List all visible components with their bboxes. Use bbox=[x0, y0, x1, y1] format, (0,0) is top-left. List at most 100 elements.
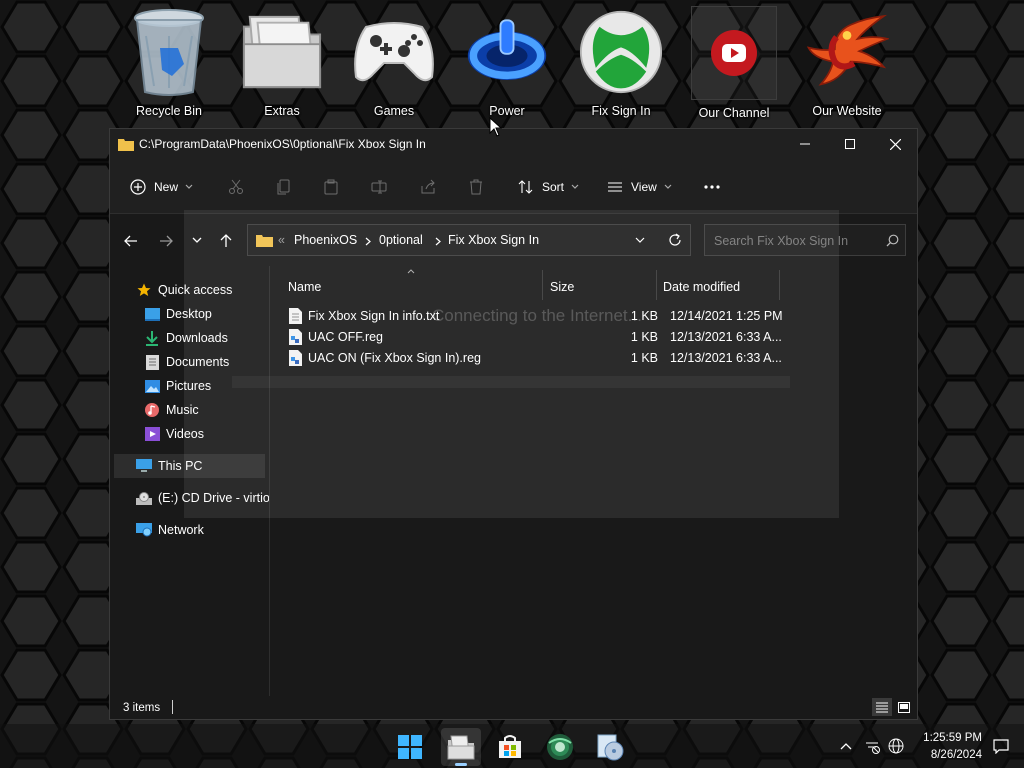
close-button[interactable] bbox=[872, 129, 918, 159]
title-bar[interactable]: C:\ProgramData\PhoenixOS\0ptional\Fix Xb… bbox=[110, 129, 917, 161]
sort-button[interactable]: Sort bbox=[518, 174, 579, 200]
taskbar-store[interactable] bbox=[490, 728, 530, 766]
column-header-name[interactable]: Name bbox=[288, 274, 538, 300]
address-row: « PhoenixOS 0ptional Fix Xbox Sign In Se… bbox=[110, 214, 917, 266]
recent-locations-button[interactable] bbox=[186, 230, 208, 252]
view-button[interactable]: View bbox=[607, 174, 672, 200]
close-icon bbox=[889, 138, 901, 150]
item-count: 3 items bbox=[123, 702, 161, 714]
tray-network-status[interactable] bbox=[862, 736, 882, 756]
minimize-button[interactable] bbox=[782, 129, 828, 159]
taskbar-disc-tool[interactable] bbox=[590, 728, 630, 766]
up-button[interactable] bbox=[215, 230, 237, 252]
cut-button[interactable] bbox=[228, 174, 244, 200]
table-row[interactable]: Fix Xbox Sign In info.txt 1 KB 12/14/202… bbox=[282, 306, 882, 327]
chevron-right-icon bbox=[365, 237, 371, 246]
refresh-icon[interactable] bbox=[668, 233, 682, 247]
notifications-button[interactable] bbox=[991, 736, 1011, 756]
more-options-button[interactable] bbox=[703, 174, 721, 200]
desktop-icon-label: Extras bbox=[264, 104, 300, 118]
tray-globe[interactable] bbox=[886, 736, 906, 756]
desktop-icon-label: Our Channel bbox=[698, 106, 770, 120]
nav-documents[interactable]: Documents bbox=[144, 350, 269, 374]
recycle-bin-icon bbox=[127, 6, 211, 98]
taskbar-file-explorer[interactable] bbox=[441, 728, 481, 766]
details-view-button[interactable] bbox=[872, 698, 892, 716]
new-button[interactable]: New bbox=[130, 174, 193, 200]
video-icon bbox=[144, 426, 160, 442]
back-button[interactable] bbox=[120, 230, 142, 252]
tiles-view-icon bbox=[898, 701, 910, 713]
details-view-icon bbox=[876, 702, 888, 712]
minimize-icon bbox=[800, 143, 810, 145]
desktop-icon-fix-sign-in[interactable]: Fix Sign In bbox=[568, 6, 674, 126]
network-status-icon bbox=[866, 742, 880, 754]
show-hidden-icons-button[interactable] bbox=[836, 736, 856, 756]
desktop-icon-power[interactable]: Power bbox=[454, 6, 560, 126]
breadcrumb-segment[interactable]: PhoenixOS bbox=[294, 233, 357, 247]
nav-pictures[interactable]: Pictures bbox=[144, 374, 269, 398]
maximize-button[interactable] bbox=[827, 129, 873, 159]
active-indicator bbox=[455, 763, 467, 766]
rename-button[interactable] bbox=[371, 174, 387, 200]
forward-button[interactable] bbox=[155, 230, 177, 252]
search-box[interactable]: Search Fix Xbox Sign In bbox=[704, 224, 906, 256]
nav-downloads[interactable]: Downloads bbox=[144, 326, 269, 350]
tiles-view-button[interactable] bbox=[894, 698, 914, 716]
nav-label: Quick access bbox=[158, 283, 233, 297]
desktop-icon-recycle-bin[interactable]: Recycle Bin bbox=[116, 6, 222, 126]
paste-button[interactable] bbox=[323, 174, 339, 200]
nav-music[interactable]: Music bbox=[144, 398, 199, 422]
nav-network[interactable]: Network bbox=[136, 518, 204, 542]
desktop-icon-extras[interactable]: Extras bbox=[229, 6, 335, 126]
delete-button[interactable] bbox=[468, 174, 484, 200]
breadcrumb-segment[interactable]: 0ptional bbox=[379, 233, 423, 247]
nav-videos[interactable]: Videos bbox=[144, 422, 204, 446]
chevron-down-icon[interactable] bbox=[635, 237, 645, 245]
window-title: C:\ProgramData\PhoenixOS\0ptional\Fix Xb… bbox=[139, 137, 426, 151]
taskbar-browser[interactable] bbox=[540, 728, 580, 766]
view-button-label: View bbox=[631, 180, 657, 194]
start-button[interactable] bbox=[390, 728, 430, 766]
status-bar: 3 items bbox=[110, 697, 917, 719]
address-bar[interactable]: « PhoenixOS 0ptional Fix Xbox Sign In bbox=[247, 224, 691, 256]
command-bar: New Sort View bbox=[110, 161, 917, 214]
desktop-icon-games[interactable]: Games bbox=[341, 6, 447, 126]
folder-icon bbox=[118, 137, 134, 154]
nav-desktop[interactable]: Desktop bbox=[144, 302, 269, 326]
taskbar-clock[interactable]: 1:25:59 PM 8/26/2024 bbox=[906, 730, 982, 764]
nav-label: Videos bbox=[166, 427, 204, 441]
nav-label: This PC bbox=[158, 459, 203, 473]
column-header-date[interactable]: Date modified bbox=[663, 274, 773, 300]
notification-icon bbox=[993, 739, 1009, 754]
nav-cd-drive[interactable]: (E:) CD Drive - virtio bbox=[136, 486, 270, 510]
share-icon bbox=[421, 179, 435, 194]
nav-quick-access[interactable]: Quick access bbox=[136, 278, 232, 302]
chevron-down-icon bbox=[192, 237, 202, 243]
nav-this-pc[interactable]: This PC bbox=[114, 454, 265, 478]
column-divider[interactable] bbox=[779, 270, 780, 300]
desktop-icon-our-channel[interactable]: Our Channel bbox=[681, 6, 787, 126]
nav-label: Network bbox=[158, 523, 204, 537]
file-date: 12/13/2021 6:33 A... bbox=[670, 351, 782, 365]
network-icon bbox=[136, 522, 152, 538]
status-divider bbox=[172, 700, 173, 714]
browser-icon bbox=[547, 734, 573, 760]
column-divider[interactable] bbox=[656, 270, 657, 300]
search-input[interactable]: Search Fix Xbox Sign In bbox=[714, 234, 848, 248]
document-icon bbox=[144, 354, 160, 370]
copy-button[interactable] bbox=[276, 174, 292, 200]
table-row[interactable]: UAC ON (Fix Xbox Sign In).reg 1 KB 12/13… bbox=[282, 348, 882, 369]
nav-label: Downloads bbox=[166, 331, 228, 345]
share-button[interactable] bbox=[420, 174, 436, 200]
column-divider[interactable] bbox=[542, 270, 543, 300]
table-row[interactable]: UAC OFF.reg 1 KB 12/13/2021 6:33 A... bbox=[282, 327, 882, 348]
breadcrumb-overflow[interactable]: « bbox=[278, 233, 285, 247]
copy-icon bbox=[277, 179, 290, 195]
search-icon bbox=[886, 234, 899, 247]
breadcrumb-segment[interactable]: Fix Xbox Sign In bbox=[448, 233, 539, 247]
desktop-icon-our-website[interactable]: Our Website bbox=[794, 6, 900, 126]
nav-label: (E:) CD Drive - virtio bbox=[158, 491, 270, 505]
desktop-icon-label: Our Website bbox=[812, 104, 882, 118]
column-header-size[interactable]: Size bbox=[550, 274, 650, 300]
